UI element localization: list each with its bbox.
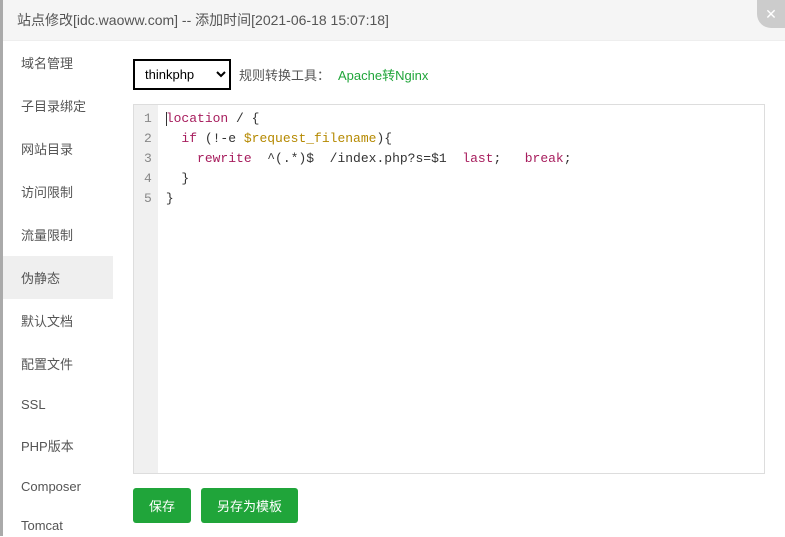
convert-tool-label: 规则转换工具：	[239, 65, 330, 84]
sidebar-item-site-dir[interactable]: 网站目录	[3, 127, 113, 170]
sidebar-item-config-file[interactable]: 配置文件	[3, 342, 113, 385]
sidebar-item-ssl[interactable]: SSL	[3, 385, 113, 424]
sidebar-item-domain-manage[interactable]: 域名管理	[3, 41, 113, 84]
sidebar-item-tomcat[interactable]: Tomcat	[3, 506, 113, 537]
close-icon[interactable]: ✕	[757, 0, 785, 28]
apache-to-nginx-link[interactable]: Apache转Nginx	[338, 65, 428, 84]
sidebar-item-traffic-limit[interactable]: 流量限制	[3, 213, 113, 256]
save-button[interactable]: 保存	[133, 488, 191, 523]
sidebar-item-default-doc[interactable]: 默认文档	[3, 299, 113, 342]
sidebar-item-subdir-bind[interactable]: 子目录绑定	[3, 84, 113, 127]
editor-code[interactable]: location / { if (!-e $request_filename){…	[158, 105, 764, 473]
sidebar: 域名管理子目录绑定网站目录访问限制流量限制伪静态默认文档配置文件SSLPHP版本…	[3, 41, 113, 537]
main-panel: thinkphp 规则转换工具： Apache转Nginx 12345 loca…	[113, 41, 785, 537]
sidebar-item-php-version[interactable]: PHP版本	[3, 424, 113, 467]
save-as-template-button[interactable]: 另存为模板	[201, 488, 298, 523]
sidebar-item-rewrite[interactable]: 伪静态	[3, 256, 113, 299]
modal-title: 站点修改[idc.waoww.com] -- 添加时间[2021-06-18 1…	[3, 0, 785, 41]
editor-gutter: 12345	[134, 105, 158, 473]
rewrite-code-editor[interactable]: 12345 location / { if (!-e $request_file…	[133, 104, 765, 474]
sidebar-item-composer[interactable]: Composer	[3, 467, 113, 506]
sidebar-item-access-limit[interactable]: 访问限制	[3, 170, 113, 213]
rewrite-template-select[interactable]: thinkphp	[133, 59, 231, 90]
